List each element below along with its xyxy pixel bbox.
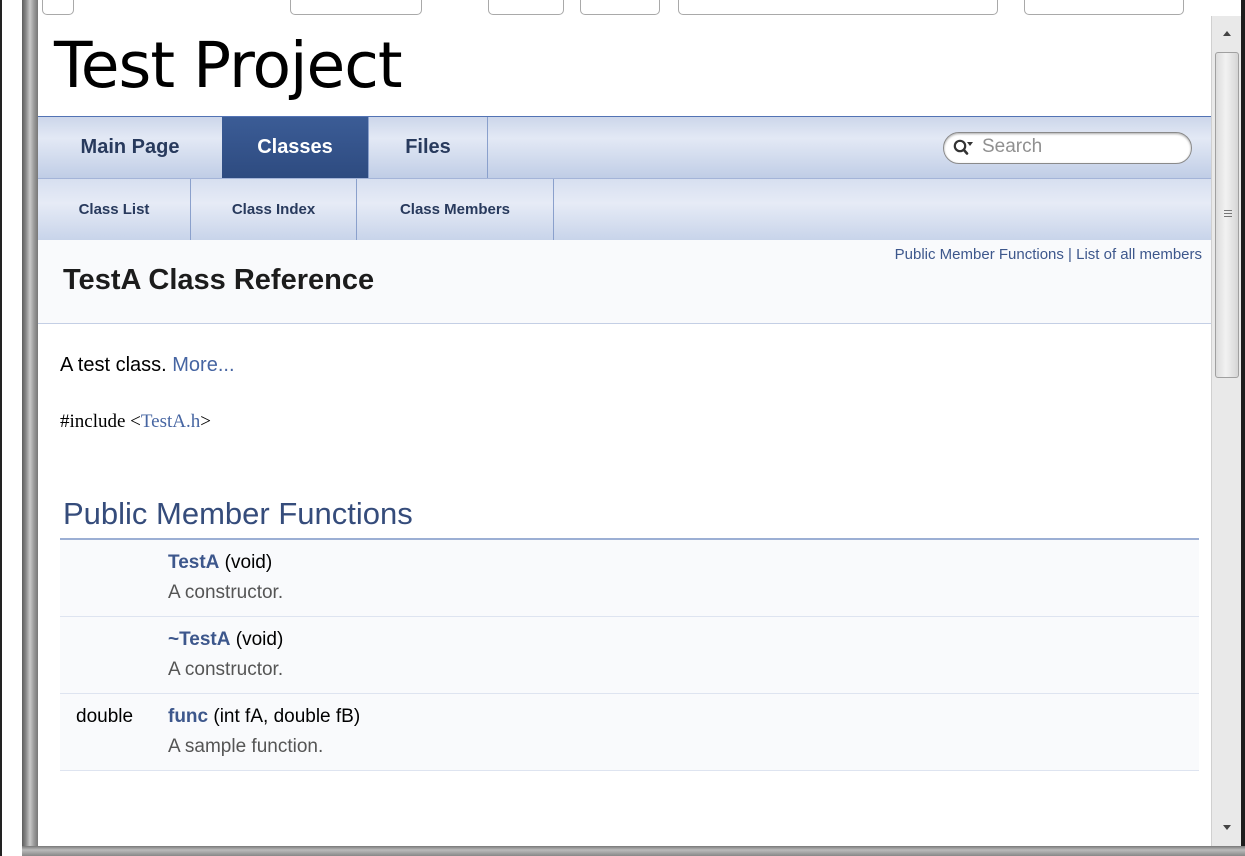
- summary-links: Public Member Functions | List of all me…: [895, 246, 1202, 263]
- tab-class-index-label: Class Index: [231, 201, 316, 218]
- summary-public-member-functions-link[interactable]: Public Member Functions: [895, 246, 1064, 263]
- summary-separator: |: [1063, 246, 1077, 263]
- title-area: Test Project: [38, 16, 1211, 117]
- page-header: Public Member Functions | List of all me…: [38, 240, 1211, 324]
- vertical-scrollbar[interactable]: [1211, 16, 1242, 846]
- arrow-up-icon: [1223, 31, 1231, 36]
- tab-main-page[interactable]: Main Page: [38, 117, 223, 178]
- class-brief: A test class. More...: [60, 354, 235, 377]
- member-description: A sample function.: [168, 736, 324, 757]
- browser-viewport: Test Project Main Page Classes Files Cla…: [38, 16, 1211, 846]
- member-description: A constructor.: [168, 582, 284, 603]
- member-description: A constructor.: [168, 659, 284, 680]
- member-args: (void): [219, 552, 273, 573]
- member-row: TestA (void) A constructor.: [60, 540, 1199, 617]
- grip-line: [1224, 216, 1232, 217]
- include-file-link[interactable]: TestA.h: [141, 411, 200, 432]
- tab-class-list[interactable]: Class List: [38, 179, 191, 240]
- tab-classes[interactable]: Classes: [222, 117, 369, 178]
- include-line: #include <TestA.h>: [60, 411, 211, 433]
- member-row: double func (int fA, double fB) A sample…: [60, 694, 1199, 771]
- tab-class-list-label: Class List: [78, 201, 150, 218]
- tab-class-index[interactable]: Class Index: [191, 179, 357, 240]
- tab-files-label: Files: [405, 136, 451, 158]
- toolbar-ghost-field: [1024, 0, 1184, 15]
- member-row: ~TestA (void) A constructor.: [60, 617, 1199, 694]
- tab-files[interactable]: Files: [369, 117, 488, 178]
- member-name-link[interactable]: ~TestA: [168, 629, 230, 650]
- toolbar-ghost-button: [290, 0, 422, 15]
- section-title: Public Member Functions: [63, 496, 413, 531]
- member-list: TestA (void) A constructor. ~TestA (void…: [60, 540, 1199, 771]
- window-frame-bottom: [22, 846, 1245, 856]
- tab-class-members[interactable]: Class Members: [357, 179, 554, 240]
- member-args: (void): [230, 629, 284, 650]
- scroll-down-button[interactable]: [1212, 810, 1242, 846]
- arrow-down-icon: [1223, 825, 1231, 830]
- toolbar-ghost-button: [580, 0, 660, 15]
- grip-line: [1224, 213, 1232, 214]
- scrollbar-thumb[interactable]: [1215, 52, 1239, 378]
- include-prefix: #include <: [60, 411, 141, 432]
- search-input[interactable]: [982, 134, 1172, 160]
- member-signature: ~TestA (void): [168, 629, 283, 651]
- search-icon[interactable]: [952, 138, 974, 158]
- toolbar-remnant: [38, 0, 1245, 16]
- project-name: Test Project: [54, 29, 403, 102]
- tab-class-members-label: Class Members: [399, 201, 511, 218]
- brief-more-link[interactable]: More...: [172, 354, 234, 376]
- include-suffix: >: [200, 411, 211, 432]
- member-signature: func (int fA, double fB): [168, 706, 360, 728]
- page-title: TestA Class Reference: [63, 264, 375, 296]
- scroll-up-button[interactable]: [1212, 16, 1242, 52]
- member-name-link[interactable]: func: [168, 706, 208, 727]
- window-left-edge: [0, 0, 2, 856]
- toolbar-ghost-button: [488, 0, 564, 15]
- tab-main-page-label: Main Page: [80, 136, 180, 158]
- window-frame-left: [22, 0, 38, 856]
- summary-list-of-all-members-link[interactable]: List of all members: [1076, 246, 1202, 263]
- sub-tabs: Class List Class Index Class Members: [38, 178, 1211, 240]
- member-args: (int fA, double fB): [208, 706, 361, 727]
- search-box[interactable]: [943, 132, 1192, 164]
- grip-line: [1224, 210, 1232, 211]
- main-tabs: Main Page Classes Files: [38, 117, 1211, 178]
- toolbar-ghost-button: [42, 0, 74, 15]
- tab-classes-label: Classes: [257, 136, 333, 158]
- member-signature: TestA (void): [168, 552, 272, 574]
- toolbar-ghost-field: [678, 0, 998, 15]
- window-frame-right: [1241, 0, 1245, 856]
- member-name-link[interactable]: TestA: [168, 552, 219, 573]
- brief-text: A test class.: [60, 354, 173, 376]
- member-type: double: [76, 706, 134, 727]
